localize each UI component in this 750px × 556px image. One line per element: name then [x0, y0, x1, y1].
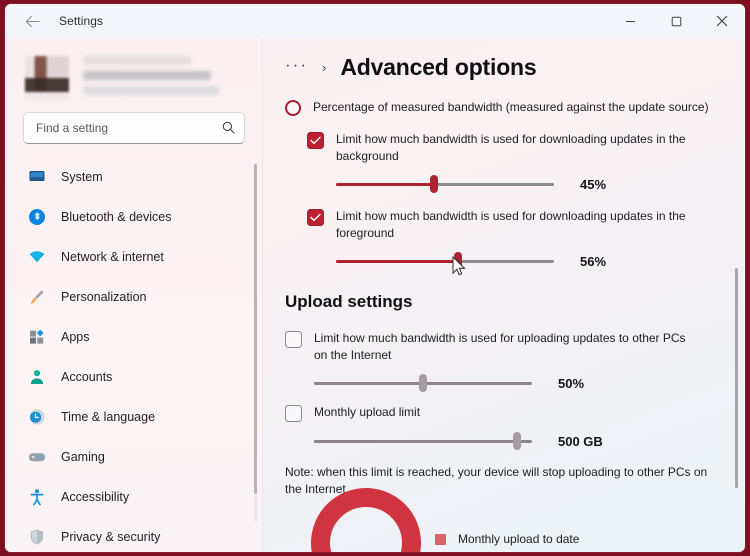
- slider-thumb[interactable]: [419, 374, 427, 393]
- sidebar-item-network-internet[interactable]: Network & internet: [15, 238, 253, 276]
- radio-selected-icon[interactable]: [285, 100, 301, 116]
- donut-chart-icon: [311, 488, 421, 552]
- monthly-upload-legend: Monthly upload to date: [435, 532, 579, 546]
- close-button[interactable]: [699, 4, 745, 38]
- caption-buttons: [607, 4, 745, 38]
- clock-icon: [27, 407, 47, 427]
- sidebar-item-privacy-security[interactable]: Privacy & security: [15, 518, 253, 552]
- monthly-upload-limit-slider[interactable]: [314, 432, 532, 451]
- sidebar-item-system[interactable]: System: [15, 158, 253, 196]
- sidebar-nav: System Bluetooth & devices Network & int…: [5, 158, 263, 552]
- sidebar-item-label: Accessibility: [61, 490, 130, 504]
- gamepad-icon: [27, 447, 47, 467]
- slider-thumb[interactable]: [430, 175, 439, 194]
- apps-icon: [27, 327, 47, 347]
- breadcrumb: ··· › Advanced options: [285, 38, 745, 81]
- search-box[interactable]: [23, 112, 245, 144]
- checkbox-row[interactable]: Limit how much bandwidth is used for dow…: [307, 208, 745, 242]
- monthly-upload-limit-option: Monthly upload limit 500 GB: [285, 404, 745, 451]
- checkbox-label: Limit how much bandwidth is used for dow…: [336, 132, 686, 164]
- main-content: ··· › Advanced options Percentage of mea…: [263, 38, 745, 552]
- sidebar-item-accounts[interactable]: Accounts: [15, 358, 253, 396]
- sidebar-item-bluetooth-devices[interactable]: Bluetooth & devices: [15, 198, 253, 236]
- slider-value: 50%: [558, 375, 585, 391]
- sidebar-item-gaming[interactable]: Gaming: [15, 438, 253, 476]
- legend-swatch-icon: [435, 533, 446, 545]
- upload-bandwidth-option: Limit how much bandwidth is used for upl…: [285, 330, 745, 393]
- search-icon: [222, 121, 235, 136]
- avatar: [25, 56, 69, 100]
- search-input[interactable]: [36, 121, 222, 135]
- checkbox-row[interactable]: Limit how much bandwidth is used for upl…: [285, 330, 745, 364]
- sidebar-item-personalization[interactable]: Personalization: [15, 278, 253, 316]
- checkbox-checked-icon[interactable]: [307, 209, 324, 227]
- background-bandwidth-slider[interactable]: [336, 175, 554, 194]
- percentage-radio-row[interactable]: Percentage of measured bandwidth (measur…: [285, 99, 745, 116]
- checkbox-row[interactable]: Limit how much bandwidth is used for dow…: [307, 131, 745, 165]
- percentage-option-label: Percentage of measured bandwidth (measur…: [313, 100, 709, 114]
- search-container: [5, 112, 263, 158]
- checkbox-label: Limit how much bandwidth is used for upl…: [314, 331, 686, 363]
- sidebar-item-label: Bluetooth & devices: [61, 210, 172, 224]
- sidebar-item-accessibility[interactable]: Accessibility: [15, 478, 253, 516]
- slider-fill: [336, 259, 459, 263]
- settings-window: Settings Find a setting System Bluetooth…: [4, 3, 746, 553]
- slider-row: 50%: [285, 374, 745, 393]
- person-icon: [27, 367, 47, 387]
- shield-icon: [27, 527, 47, 547]
- checkbox-row[interactable]: Monthly upload limit: [285, 404, 745, 423]
- breadcrumb-overflow-button[interactable]: ···: [285, 56, 308, 79]
- slider-fill: [336, 182, 435, 186]
- page-title: Advanced options: [340, 54, 537, 80]
- slider-value: 500 GB: [558, 433, 603, 449]
- sidebar-item-apps[interactable]: Apps: [15, 318, 253, 356]
- sidebar-item-label: Apps: [61, 330, 90, 344]
- window-body: System Bluetooth & devices: [5, 38, 745, 552]
- sidebar-item-label: Accounts: [61, 370, 113, 384]
- checkbox-checked-icon[interactable]: [307, 132, 324, 149]
- sidebar-item-label: Gaming: [61, 450, 105, 464]
- checkbox-label: Limit how much bandwidth is used for dow…: [336, 209, 686, 241]
- paintbrush-icon: [27, 287, 47, 307]
- download-foreground-option: Limit how much bandwidth is used for dow…: [285, 208, 745, 271]
- slider-value: 56%: [580, 253, 607, 269]
- wifi-icon: [27, 247, 47, 267]
- user-profile[interactable]: [5, 38, 263, 112]
- checkbox-unchecked-icon[interactable]: [285, 331, 302, 349]
- minimize-button[interactable]: [607, 4, 653, 38]
- slider-fill: [314, 439, 517, 443]
- slider-thumb[interactable]: [454, 252, 463, 271]
- upload-settings-heading: Upload settings: [285, 292, 413, 312]
- slider-thumb[interactable]: [512, 432, 521, 451]
- download-background-option: Limit how much bandwidth is used for dow…: [285, 131, 745, 194]
- sidebar: System Bluetooth & devices: [5, 38, 263, 552]
- window-title: Settings: [59, 14, 104, 28]
- monitor-icon: [27, 167, 47, 187]
- checkbox-unchecked-icon[interactable]: [285, 405, 302, 423]
- sidebar-item-label: Network & internet: [61, 250, 164, 264]
- accessibility-icon: [27, 487, 47, 507]
- slider-row: 56%: [307, 252, 745, 271]
- monthly-upload-label: Monthly upload to date: [458, 532, 580, 546]
- sidebar-item-label: Personalization: [61, 290, 147, 304]
- bluetooth-icon: [27, 207, 47, 227]
- profile-name-redacted: [83, 55, 247, 101]
- content-scrollbar-thumb[interactable]: [735, 268, 738, 488]
- slider-fill: [314, 381, 423, 385]
- slider-row: 45%: [307, 175, 745, 194]
- slider-row: 500 GB: [285, 432, 745, 451]
- foreground-bandwidth-slider[interactable]: [336, 252, 554, 271]
- chevron-right-icon: ›: [321, 60, 327, 75]
- sidebar-item-time-language[interactable]: Time & language: [15, 398, 253, 436]
- maximize-button[interactable]: [653, 4, 699, 38]
- sidebar-item-label: Time & language: [61, 410, 156, 424]
- title-bar: Settings: [5, 4, 745, 38]
- sidebar-scrollbar-thumb[interactable]: [254, 164, 257, 494]
- sidebar-item-label: Privacy & security: [61, 530, 161, 544]
- checkbox-label: Monthly upload limit: [314, 405, 421, 420]
- slider-value: 45%: [580, 176, 607, 192]
- sidebar-item-label: System: [61, 170, 103, 184]
- upload-bandwidth-slider[interactable]: [314, 374, 532, 393]
- back-arrow-icon[interactable]: [17, 6, 47, 36]
